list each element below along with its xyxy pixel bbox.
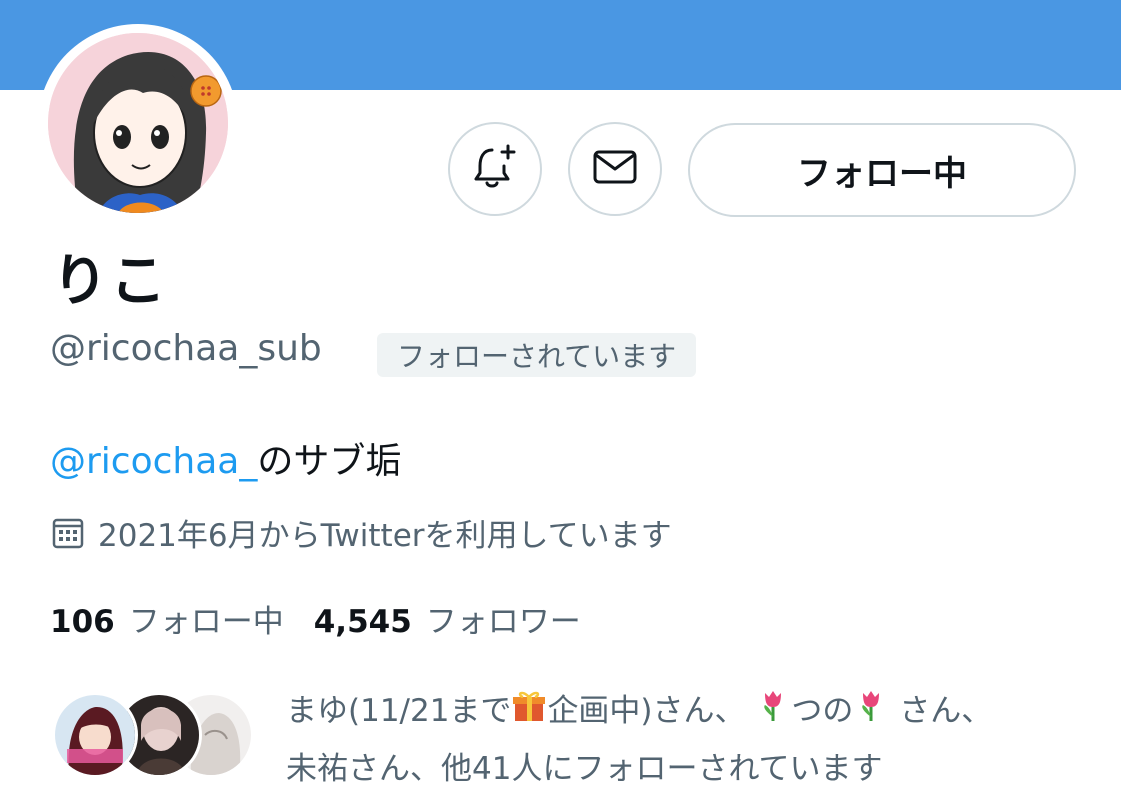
calendar-icon: [50, 515, 86, 551]
mutual-followers-text[interactable]: まゆ(11/21まで 企画中)さん、 つの さん、 未祐さん、他41人にフォローさ…: [286, 683, 1086, 797]
following-button[interactable]: フォロー中: [688, 123, 1076, 217]
tulip-icon: [755, 685, 791, 741]
mutuals-text-part: 企画中)さん、: [547, 693, 746, 729]
gift-icon: [511, 685, 547, 741]
following-label: フォロー中: [128, 604, 284, 640]
display-name: りこ: [52, 249, 168, 314]
handle: @ricochaa_sub: [50, 328, 322, 369]
mutuals-text-part: さん、: [899, 693, 993, 729]
mutual-followers-avatars[interactable]: [52, 692, 254, 780]
mutual-avatar: [52, 692, 138, 778]
envelope-icon: [590, 142, 640, 196]
mutuals-text-part: つの: [791, 693, 854, 729]
followers-count: 4,545: [313, 604, 412, 640]
avatar[interactable]: [48, 33, 228, 213]
notify-button[interactable]: [448, 122, 542, 216]
mutuals-text-part: まゆ(11/21まで: [286, 693, 512, 729]
following-stat[interactable]: 106 フォロー中: [50, 596, 284, 641]
tulip-icon: [853, 685, 889, 741]
bell-plus-icon: [470, 142, 520, 196]
bio-mention-link[interactable]: @ricochaa_: [50, 441, 257, 482]
message-button[interactable]: [568, 122, 662, 216]
bio: @ricochaa_のサブ垢: [50, 432, 401, 484]
follow-stats: 106 フォロー中 4,545 フォロワー: [50, 596, 581, 641]
joined-date: 2021年6月からTwitterを利用しています: [50, 510, 672, 555]
mutuals-text-part: 未祐さん、他41人にフォローされています: [286, 750, 883, 787]
following-count: 106: [50, 604, 115, 640]
followers-stat[interactable]: 4,545 フォロワー: [314, 596, 581, 641]
bio-text: のサブ垢: [257, 441, 402, 482]
joined-text: 2021年6月からTwitterを利用しています: [98, 518, 672, 554]
follows-you-badge: フォローされています: [377, 333, 697, 377]
followers-label: フォロワー: [425, 604, 581, 640]
